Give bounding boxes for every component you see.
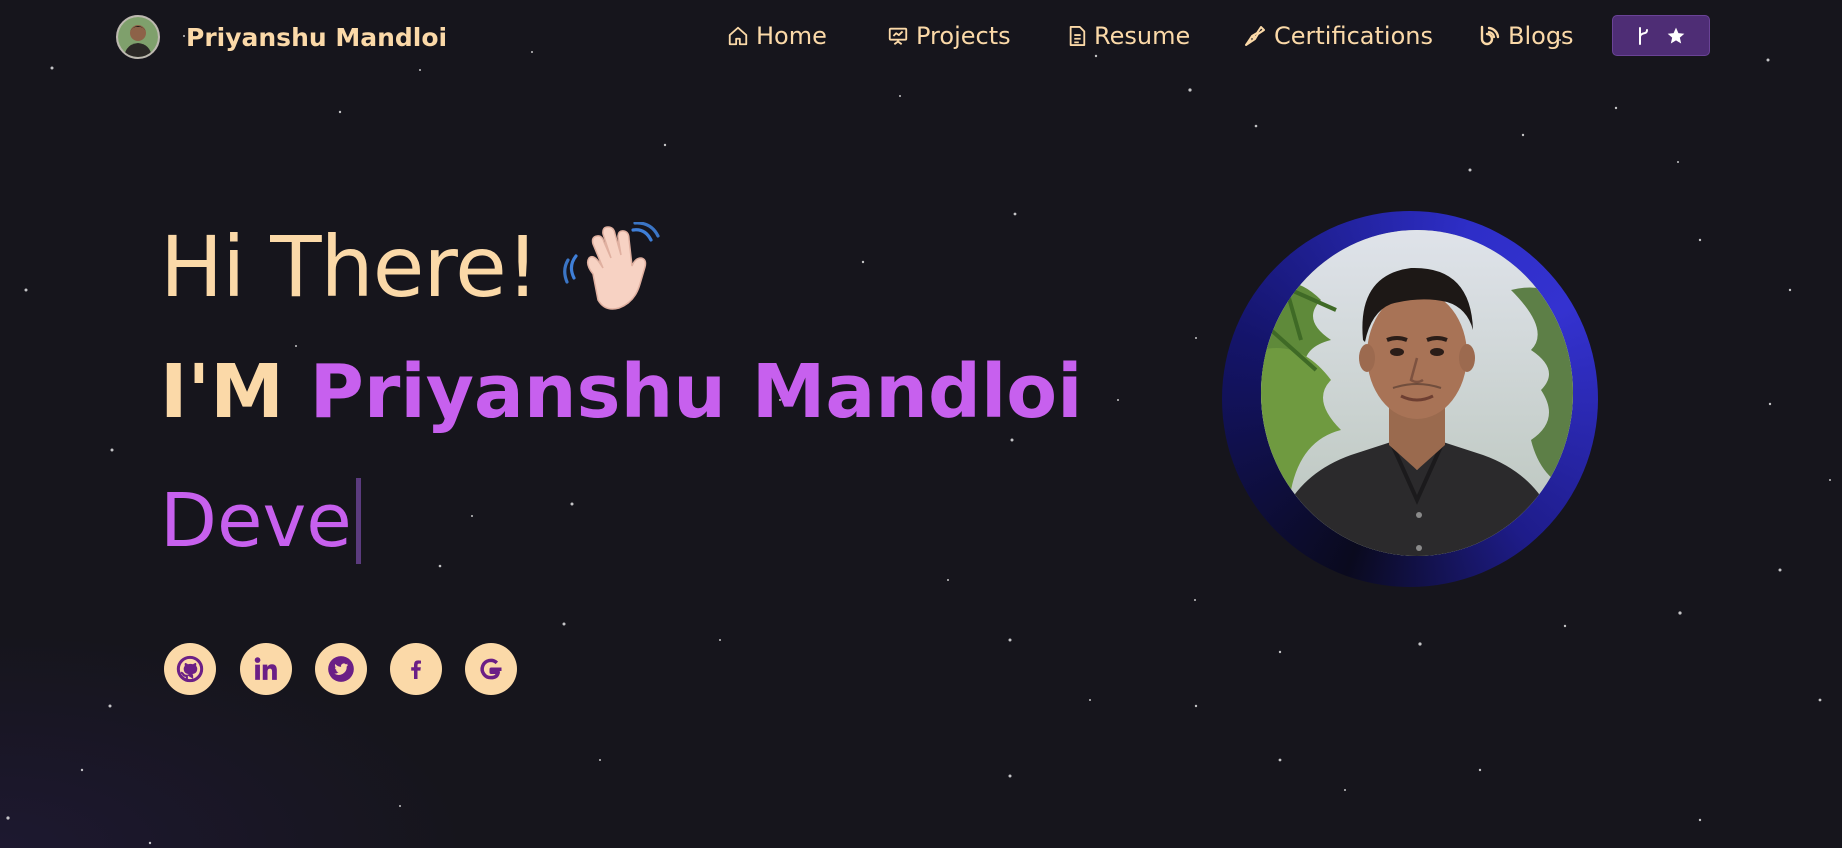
brand-name: Priyanshu Mandloi: [186, 22, 448, 52]
hero-name: Priyanshu Mandloi: [309, 349, 1083, 435]
star-icon: [1667, 27, 1685, 43]
nav-blogs[interactable]: Blogs: [1477, 19, 1574, 53]
twitter-link[interactable]: [315, 643, 367, 695]
typewriter-cursor: [355, 478, 361, 564]
nav-certifications-label: Certifications: [1274, 22, 1433, 50]
google-link[interactable]: [465, 643, 517, 695]
nav-home[interactable]: Home: [727, 19, 827, 53]
hero-greeting: Hi There!: [160, 218, 539, 316]
nav-resume-label: Resume: [1094, 22, 1191, 50]
fountain-pen-icon: [1245, 26, 1265, 46]
nav-projects-label: Projects: [916, 22, 1011, 50]
github-icon: [176, 655, 204, 683]
nav-projects[interactable]: Projects: [887, 19, 1011, 53]
facebook-icon: [411, 660, 421, 679]
intro-prefix: I'M: [160, 349, 310, 435]
linkedin-icon: [254, 657, 277, 680]
facebook-link[interactable]: [390, 643, 442, 695]
nav-blogs-label: Blogs: [1508, 22, 1574, 50]
git-fork-icon: [1639, 26, 1648, 45]
nav-certifications[interactable]: Certifications: [1243, 19, 1433, 53]
typewriter-text: Deve: [160, 478, 352, 564]
document-icon: [1069, 25, 1086, 46]
hero-intro: I'M Priyanshu Mandloi: [160, 349, 1083, 435]
page: Priyanshu Mandloi Home Projects Resume C…: [0, 0, 1842, 848]
brand-link[interactable]: Priyanshu Mandloi: [116, 14, 447, 60]
linkedin-link[interactable]: [240, 643, 292, 695]
home-icon: [728, 26, 748, 46]
typewriter-role: Deve: [160, 478, 361, 564]
avatar: [116, 15, 160, 59]
github-link[interactable]: [164, 643, 216, 695]
nav-home-label: Home: [756, 22, 827, 50]
profile-photo: [1261, 230, 1573, 556]
github-fork-star-button[interactable]: [1612, 15, 1710, 56]
waving-hand-icon: [563, 222, 660, 310]
navbar: Priyanshu Mandloi Home Projects Resume C…: [0, 0, 1842, 74]
presentation-icon: [888, 27, 908, 45]
blog-feed-icon: [1480, 25, 1500, 46]
twitter-icon: [328, 656, 354, 682]
google-icon: [480, 658, 502, 680]
nav-resume[interactable]: Resume: [1067, 19, 1190, 53]
